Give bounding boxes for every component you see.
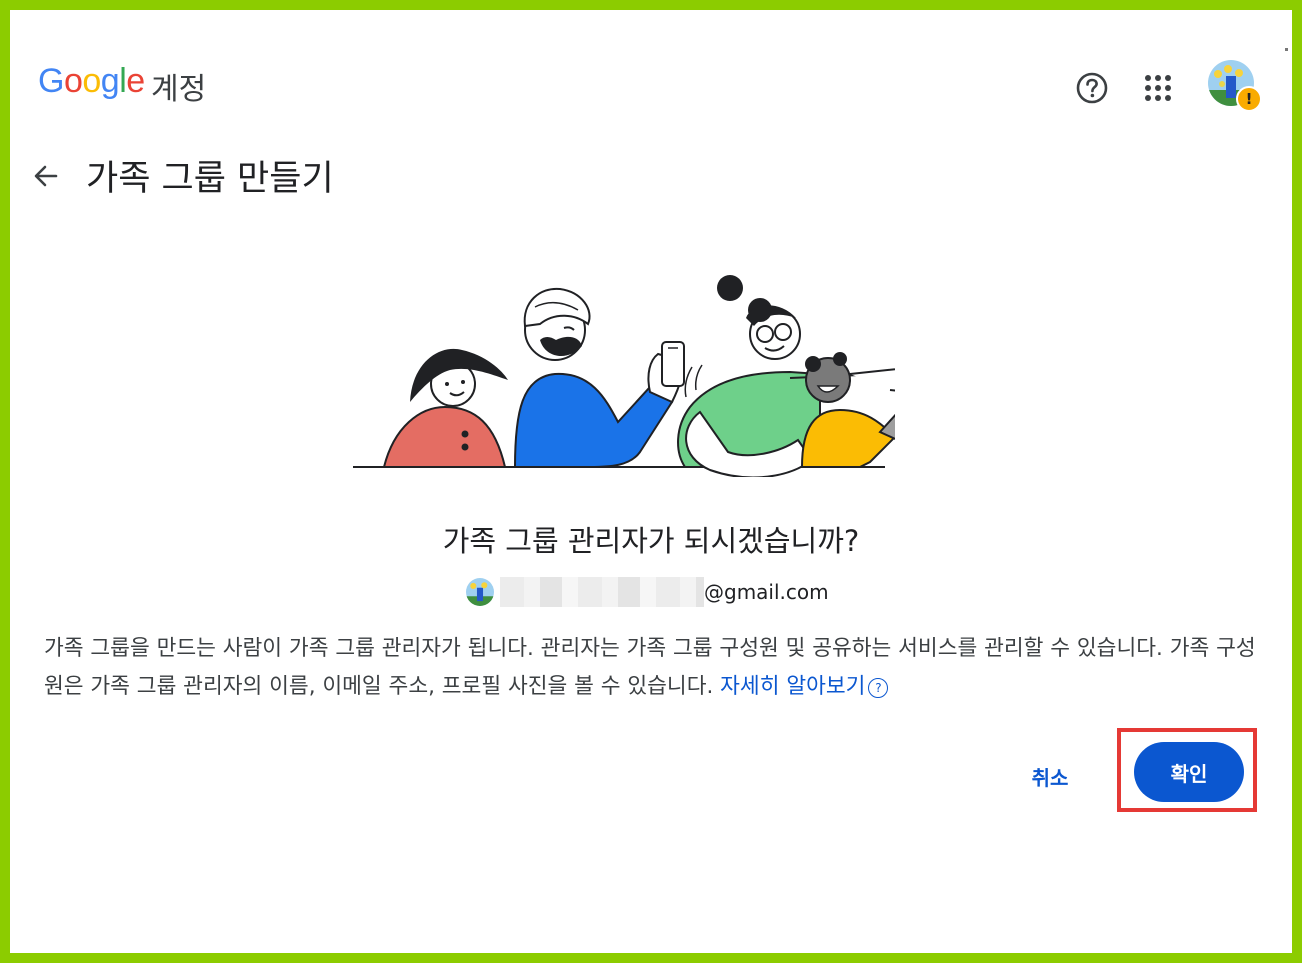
help-button[interactable] (1069, 65, 1115, 111)
google-logo[interactable]: Google (38, 62, 145, 101)
family-illustration (353, 275, 895, 477)
account-avatar-button[interactable]: ! (1204, 58, 1262, 118)
help-circle-icon (1076, 72, 1108, 104)
account-chip: @gmail.com (466, 576, 829, 608)
cancel-button[interactable]: 취소 (1010, 752, 1090, 800)
redacted-email-local-part (500, 577, 704, 607)
app-header: Google 계정 ! (10, 10, 1292, 140)
browser-viewport: Google 계정 ! 가족 그룹 만들기 가족 그룹 관리자가 되시겠습니까?… (10, 10, 1292, 953)
apps-grid-icon (1145, 75, 1171, 101)
page-title: 가족 그룹 만들기 (86, 159, 334, 199)
arrow-left-icon (34, 165, 58, 187)
description-text: 가족 그룹을 만드는 사람이 가족 그룹 관리자가 됩니다. 관리자는 가족 그… (44, 630, 1256, 706)
dialog-question: 가족 그룹 관리자가 되시겠습니까? (442, 524, 860, 558)
avatar (466, 578, 494, 606)
help-circle-icon: ? (868, 678, 889, 698)
edge-mark (1285, 48, 1288, 51)
confirm-button[interactable]: 확인 (1134, 742, 1244, 802)
warning-icon: ! (1236, 86, 1262, 112)
account-email-suffix: @gmail.com (704, 580, 829, 604)
description-body: 가족 그룹을 만드는 사람이 가족 그룹 관리자가 됩니다. 관리자는 가족 그… (44, 636, 1256, 699)
product-name: 계정 (151, 72, 207, 107)
learn-more-link[interactable]: 자세히 알아보기? (720, 674, 889, 699)
back-button[interactable] (28, 158, 64, 194)
apps-button[interactable] (1135, 65, 1181, 111)
learn-more-label: 자세히 알아보기 (720, 674, 866, 699)
